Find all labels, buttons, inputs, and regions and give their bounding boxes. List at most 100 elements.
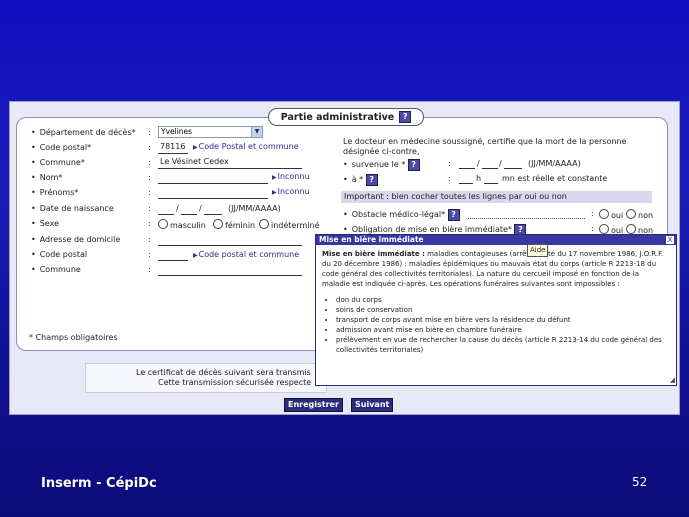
chevron-down-icon[interactable]: ▼ bbox=[251, 127, 262, 137]
nom-input[interactable] bbox=[158, 183, 268, 184]
radio-icon[interactable] bbox=[599, 224, 609, 234]
sexe-radio-masculin[interactable]: masculin bbox=[158, 219, 206, 230]
label-departement: Département de décès* bbox=[31, 128, 136, 137]
code-postal-input[interactable] bbox=[158, 153, 188, 154]
commune-input[interactable] bbox=[158, 168, 302, 169]
list-item: prélèvement en vue de rechercher la caus… bbox=[336, 335, 667, 355]
label-survenue: survenue le * ? bbox=[343, 159, 420, 171]
obstacle-radio-oui[interactable]: oui bbox=[599, 209, 623, 220]
help-icon[interactable]: ? bbox=[447, 209, 460, 221]
colon: : bbox=[148, 204, 151, 213]
birth-year-input[interactable] bbox=[204, 214, 222, 215]
survenue-format-hint: (JJ/MM/AAAA) bbox=[528, 159, 581, 168]
important-notice: Important : bien cocher toutes les ligne… bbox=[341, 191, 652, 203]
death-year-input[interactable] bbox=[504, 168, 522, 169]
info-line-2: Cette transmission sécurisée respecte bbox=[158, 378, 312, 387]
sexe-radio-feminin[interactable]: féminin bbox=[213, 219, 255, 230]
colon: : bbox=[448, 159, 451, 168]
popup-intro: Mise en bière immédiate : maladies conta… bbox=[322, 249, 667, 289]
close-icon[interactable]: X bbox=[666, 236, 674, 244]
label-date-naissance: Date de naissance bbox=[31, 204, 114, 213]
label-commune-domicile: Commune bbox=[31, 265, 81, 274]
help-popup: Mise en bière immédiate X Mise en bière … bbox=[315, 234, 677, 386]
label-sexe: Sexe bbox=[31, 219, 59, 228]
next-button[interactable]: Suivant bbox=[351, 398, 394, 412]
date-slash: / bbox=[499, 159, 502, 168]
birth-day-input[interactable] bbox=[158, 214, 174, 215]
hour-input[interactable] bbox=[459, 183, 473, 184]
colon: : bbox=[148, 128, 151, 137]
commune-domicile-input[interactable] bbox=[158, 275, 302, 276]
colon: : bbox=[148, 143, 151, 152]
section-title: Partie administrative ? bbox=[268, 108, 424, 126]
departement-select[interactable]: Yvelines ▼ bbox=[158, 126, 263, 138]
colon: : bbox=[148, 235, 151, 244]
code-postal-domicile-link[interactable]: Code postal et commune bbox=[193, 250, 300, 259]
minute-unit: mn est réelle et constante bbox=[502, 174, 608, 183]
date-format-hint: (JJ/MM/AAAA) bbox=[228, 204, 281, 213]
popup-intro-bold: Mise en bière immédiate : bbox=[322, 250, 425, 258]
slide-number: 52 bbox=[632, 475, 648, 489]
help-icon[interactable]: ? bbox=[399, 111, 412, 123]
death-day-input[interactable] bbox=[459, 168, 475, 169]
popup-body: Mise en bière immédiate : maladies conta… bbox=[322, 249, 667, 355]
colon: : bbox=[148, 158, 151, 167]
code-postal-value: 78116 bbox=[160, 142, 186, 151]
dotted-leader bbox=[468, 218, 585, 219]
radio-icon[interactable] bbox=[599, 209, 609, 219]
colon: : bbox=[448, 174, 451, 183]
required-note: * Champs obligatoires bbox=[29, 333, 118, 342]
help-icon[interactable]: ? bbox=[407, 159, 420, 171]
date-slash: / bbox=[477, 159, 480, 168]
commune-value: Le Vésinet Cedex bbox=[160, 157, 229, 166]
list-item: don du corps bbox=[336, 295, 667, 305]
sexe-radio-indetermine[interactable]: indéterminé bbox=[259, 219, 320, 230]
popup-title: Mise en bière immédiate bbox=[316, 235, 676, 245]
label-heure: à * ? bbox=[343, 174, 378, 186]
prenoms-inconnu-link[interactable]: Inconnu bbox=[272, 187, 310, 196]
colon: : bbox=[148, 188, 151, 197]
certify-line-2: désignée ci-contre, bbox=[343, 147, 420, 156]
radio-icon[interactable] bbox=[158, 219, 168, 229]
colon: : bbox=[148, 173, 151, 182]
death-month-input[interactable] bbox=[482, 168, 498, 169]
colon: : bbox=[591, 224, 594, 233]
label-nom: Nom* bbox=[31, 173, 63, 182]
colon: : bbox=[148, 219, 151, 228]
list-item: admission avant mise en bière en chambre… bbox=[336, 325, 667, 335]
list-item: transport de corps avant mise en bière v… bbox=[336, 315, 667, 325]
footer-brand: Inserm - CépiDc bbox=[41, 476, 157, 491]
label-code-postal: Code postal* bbox=[31, 143, 91, 152]
save-button[interactable]: Enregistrer bbox=[284, 398, 343, 412]
radio-icon[interactable] bbox=[626, 224, 636, 234]
adresse-input[interactable] bbox=[158, 245, 302, 246]
departement-value: Yvelines bbox=[161, 127, 193, 136]
label-commune: Commune* bbox=[31, 158, 85, 167]
birth-month-input[interactable] bbox=[181, 214, 197, 215]
hour-unit: h bbox=[476, 174, 482, 183]
radio-icon[interactable] bbox=[626, 209, 636, 219]
aide-tooltip: Aide bbox=[527, 244, 549, 257]
label-prenoms: Prénoms* bbox=[31, 188, 79, 197]
popup-list: don du corps soins de conservation trans… bbox=[322, 295, 667, 355]
colon: : bbox=[148, 265, 151, 274]
info-line-1: Le certificat de décès suivant sera tran… bbox=[136, 368, 311, 377]
list-item: soins de conservation bbox=[336, 305, 667, 315]
radio-icon[interactable] bbox=[213, 219, 223, 229]
label-obstacle: Obstacle médico-légal* ? bbox=[343, 209, 460, 221]
label-adresse: Adresse de domicile bbox=[31, 235, 121, 244]
resize-handle-icon[interactable]: ◢ bbox=[670, 376, 675, 384]
minute-input[interactable] bbox=[484, 183, 498, 184]
radio-icon[interactable] bbox=[259, 219, 269, 229]
nom-inconnu-link[interactable]: Inconnu bbox=[272, 172, 310, 181]
date-slash: / bbox=[176, 204, 179, 213]
section-title-text: Partie administrative bbox=[280, 111, 395, 123]
code-postal-commune-link[interactable]: Code Postal et commune bbox=[193, 142, 299, 151]
code-postal-domicile-input[interactable] bbox=[158, 260, 188, 261]
transmission-info: Le certificat de décès suivant sera tran… bbox=[85, 363, 327, 393]
colon: : bbox=[148, 250, 151, 259]
obstacle-radio-non[interactable]: non bbox=[626, 209, 653, 220]
certify-line-1: Le docteur en médecine soussigné, certif… bbox=[343, 137, 627, 146]
prenoms-input[interactable] bbox=[158, 198, 268, 199]
help-icon[interactable]: ? bbox=[365, 174, 378, 186]
